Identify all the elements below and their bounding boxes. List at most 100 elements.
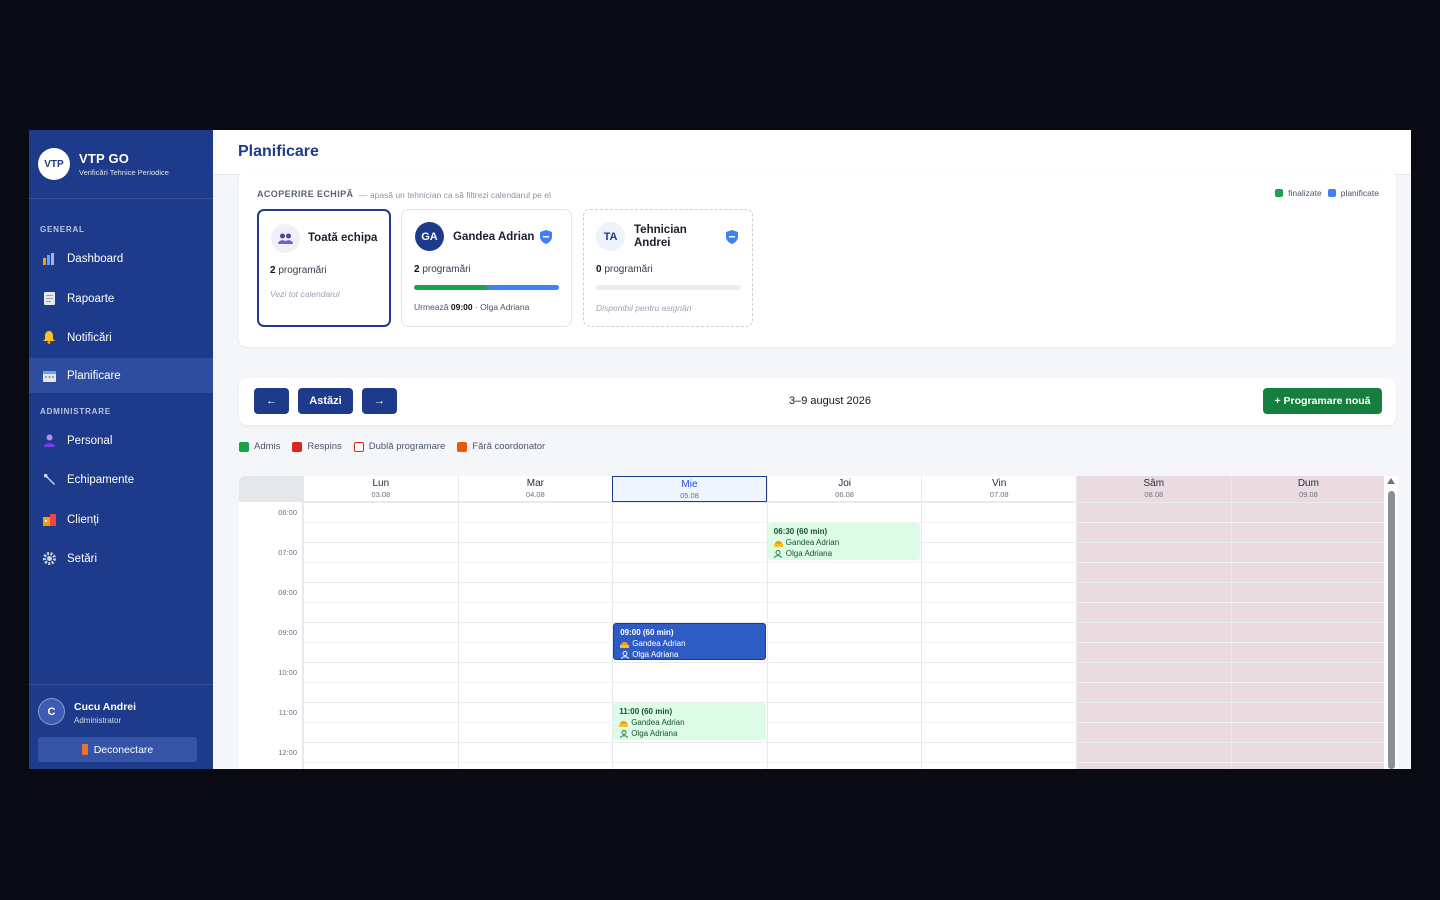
calendar-scrollbar[interactable]: [1384, 476, 1398, 769]
chart-icon: [42, 252, 56, 266]
sidebar-item-personal[interactable]: Personal: [29, 423, 213, 458]
sidebar-item-label: Setări: [67, 552, 98, 565]
day-header[interactable]: Mie 05.08: [612, 476, 767, 502]
sidebar-item-label: Personal: [67, 434, 113, 447]
time-column: 06:00 07:00 08:00 09:00 10:00 11:00 12:00: [239, 502, 303, 769]
appointment-event[interactable]: 09:00 (60 min) Gandea Adrian Olga Adriana: [613, 623, 766, 660]
event-time: 06:30 (60 min): [773, 527, 828, 536]
day-name: Sâm: [1143, 478, 1165, 489]
team-card-name: Toată echipa: [308, 232, 378, 244]
time-label: 11:00: [278, 708, 297, 717]
day-date: 05.08: [680, 491, 699, 500]
technician-avatar: TA: [596, 222, 625, 251]
day-date: 03.08: [371, 490, 391, 499]
sidebar-item-echipamente[interactable]: Echipamente: [29, 462, 213, 497]
person-icon: [619, 729, 628, 738]
day-header[interactable]: Joi 06.08: [766, 476, 922, 502]
logout-label: Deconectare: [93, 743, 154, 756]
sidebar-item-planificare[interactable]: Planificare: [29, 358, 213, 393]
calendar-toolbar: ← Astăzi → 3–9 august 2026 + Programare …: [239, 378, 1396, 425]
day-header[interactable]: Lun 03.08: [303, 476, 458, 502]
planned-swatch: [1327, 189, 1336, 197]
technician-icon: [620, 640, 630, 648]
day-name: Lun: [372, 478, 390, 489]
legend-planned: planificate: [1340, 188, 1379, 198]
building-icon: [42, 513, 56, 527]
sidebar-item-clienti[interactable]: Clienți: [29, 502, 213, 537]
event-time: 09:00 (60 min): [620, 628, 674, 637]
sidebar-item-label: Echipamente: [67, 473, 135, 486]
technician-avatar: GA: [415, 222, 444, 251]
calendar-corner: [239, 476, 303, 502]
appointment-event[interactable]: 06:30 (60 min) Gandea Adrian Olga Adriana: [767, 523, 921, 560]
scroll-thumb[interactable]: [1388, 491, 1395, 769]
wrench-icon: [42, 473, 56, 487]
user-panel: C Cucu Andrei Administrator Deconectare: [29, 684, 213, 769]
team-card-tehnician-andrei[interactable]: TA Tehnician Andrei 0 programări Disponi…: [583, 209, 753, 327]
week-range: 3–9 august 2026: [789, 395, 871, 407]
shield-icon: [540, 230, 552, 244]
appointment-event[interactable]: 11:00 (60 min) Gandea Adrian Olga Adriana: [613, 703, 766, 740]
technician-name: Tehnician Andrei: [634, 224, 687, 249]
sidebar-item-label: Dashboard: [67, 252, 124, 265]
half-hour-line: [303, 562, 1385, 563]
sidebar-item-notificari[interactable]: Notificări: [29, 320, 213, 355]
day-name: Dum: [1297, 478, 1319, 489]
coverage-label: ACOPERIRE ECHIPĂ: [257, 189, 354, 199]
document-icon: [42, 292, 56, 306]
day-date: 08.08: [1144, 490, 1164, 499]
nav-section-general: GENERAL: [40, 225, 85, 234]
legend-item: Admis: [239, 441, 280, 452]
day-name: Mie: [681, 479, 698, 490]
sidebar-item-label: Notificări: [67, 331, 112, 344]
day-name: Vin: [992, 478, 1007, 489]
event-time: 11:00 (60 min): [619, 707, 673, 716]
page-title: Planificare: [238, 143, 319, 160]
respins-swatch: [292, 441, 303, 452]
day-header[interactable]: Sâm 08.08: [1076, 476, 1231, 502]
shield-icon: [726, 230, 738, 244]
availability-note: Disponibil pentru asignări: [596, 303, 692, 313]
brand-subtitle: Verificări Tehnice Periodice: [79, 168, 169, 177]
day-header[interactable]: Vin 07.08: [921, 476, 1076, 502]
team-card-all[interactable]: Toată echipa 2 programări Vezi tot calen…: [257, 209, 391, 327]
week-calendar: Lun 03.08 Mar 04.08 Mie 05.08 Joi 06.08 Vin 07.08…: [239, 476, 1385, 769]
day-name: Joi: [838, 478, 851, 489]
coverage-hint: — apasă un tehnician ca să filtrezi cale…: [359, 190, 551, 200]
progress-bar: [596, 285, 741, 290]
time-label: 09:00: [278, 628, 297, 637]
app-window: VTP VTP GO Verificări Tehnice Periodice …: [29, 130, 1411, 769]
time-label: 10:00: [278, 668, 297, 677]
sidebar-item-label: Rapoarte: [67, 292, 115, 305]
sidebar-item-label: Clienți: [67, 513, 99, 526]
sidebar-item-dashboard[interactable]: Dashboard: [29, 241, 213, 276]
team-coverage-panel: ACOPERIRE ECHIPĂ — apasă un tehnician ca…: [239, 170, 1396, 347]
hour-line: [303, 622, 1385, 623]
sidebar-item-setari[interactable]: Setări: [29, 541, 213, 576]
hour-line: [303, 662, 1385, 663]
calendar-header: Lun 03.08 Mar 04.08 Mie 05.08 Joi 06.08 Vin 07.08…: [239, 476, 1385, 502]
scroll-up-arrow[interactable]: [1387, 478, 1395, 484]
logout-button[interactable]: Deconectare: [38, 737, 197, 762]
team-icon: [271, 224, 300, 253]
day-header[interactable]: Dum 09.08: [1230, 476, 1385, 502]
time-label: 08:00: [278, 588, 297, 597]
team-card-count: 2 programări: [270, 265, 327, 276]
calendar-icon: [42, 369, 56, 383]
technician-name: Gandea Adrian: [453, 231, 535, 243]
day-date: 09.08: [1299, 490, 1318, 499]
technician-icon: [619, 719, 629, 727]
day-header[interactable]: Mar 04.08: [457, 476, 613, 502]
new-appointment-button[interactable]: + Programare nouă: [1263, 388, 1382, 414]
brand-title: VTP GO: [79, 151, 130, 166]
team-card-gandea-adrian[interactable]: GA Gandea Adrian 2 programări Urmează 09…: [401, 209, 572, 327]
team-card-footer: Vezi tot calendarul: [270, 289, 340, 299]
sidebar: VTP VTP GO Verificări Tehnice Periodice …: [29, 130, 213, 769]
bell-icon: [42, 331, 56, 345]
status-legend: Admis Respins Dublă programare Fără coor…: [239, 441, 557, 452]
half-hour-line: [303, 762, 1385, 763]
sidebar-item-rapoarte[interactable]: Rapoarte: [29, 281, 213, 316]
event-technician: Gandea Adrian: [773, 537, 915, 548]
half-hour-line: [303, 642, 1385, 643]
duplicate-swatch: [353, 441, 364, 452]
